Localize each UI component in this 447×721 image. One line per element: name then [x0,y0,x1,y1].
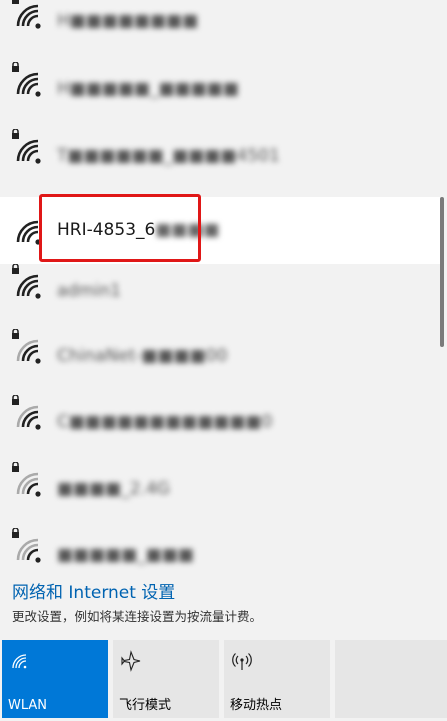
scrollbar[interactable] [440,197,444,347]
network-name: H■■■■■_■■■■■ [57,79,239,99]
network-settings-description: 更改设置，例如将某连接设置为按流量计费。 [12,609,263,624]
wifi-network-item[interactable]: ChinaNet-■■■■00 [0,323,440,390]
airplane-mode-toggle[interactable]: 飞行模式 [113,640,219,718]
wifi-secured-icon [8,328,48,369]
network-settings-link[interactable]: 网络和 Internet 设置 [12,578,175,603]
mobile-hotspot-toggle[interactable]: 移动热点 [224,640,330,718]
wifi-secured-icon [8,394,48,435]
wlan-toggle[interactable]: WLAN [2,640,108,718]
network-name: H■■■■■■■■ [57,11,199,31]
wifi-network-item[interactable]: H■■■■■■■■ [0,0,440,55]
highlight-box [39,194,201,262]
network-name: ChinaNet-■■■■00 [57,346,228,366]
wifi-network-item[interactable]: admin1 [0,258,440,325]
airplane-mode-label: 飞行模式 [119,698,172,713]
hotspot-icon [231,650,253,672]
network-name: T■■■■■■_■■■■4501 [57,146,280,166]
wifi-secured-icon [8,263,48,304]
wifi-secured-icon [8,461,48,502]
wifi-secured-icon [8,61,48,102]
wifi-secured-icon [8,128,48,169]
wifi-icon [9,650,31,672]
wifi-network-item[interactable]: H■■■■■_■■■■■ [0,56,440,123]
network-name: admin1 [57,281,122,301]
wifi-network-item[interactable]: ■■■■_2.4G [0,456,440,523]
quick-action-tile-partial[interactable] [335,640,447,718]
wifi-network-item[interactable]: C■■■■■■■■■■■■0 [0,389,440,456]
network-name: ■■■■_2.4G [57,479,170,499]
wifi-network-item[interactable]: ■■■■■_■■■ [0,522,440,574]
wifi-network-list[interactable]: H■■■■■■■■ H■■■■■_■■■■■ T■■■■■■_■■■■4501 … [0,0,447,574]
network-name: C■■■■■■■■■■■■0 [57,412,273,432]
wifi-secured-icon [8,527,48,568]
mobile-hotspot-label: 移动热点 [230,698,283,713]
airplane-icon [120,650,142,672]
wifi-secured-icon [8,0,48,34]
network-name: ■■■■■_■■■ [57,545,194,565]
wifi-network-item[interactable]: T■■■■■■_■■■■4501 [0,123,440,190]
wlan-label: WLAN [8,698,48,713]
